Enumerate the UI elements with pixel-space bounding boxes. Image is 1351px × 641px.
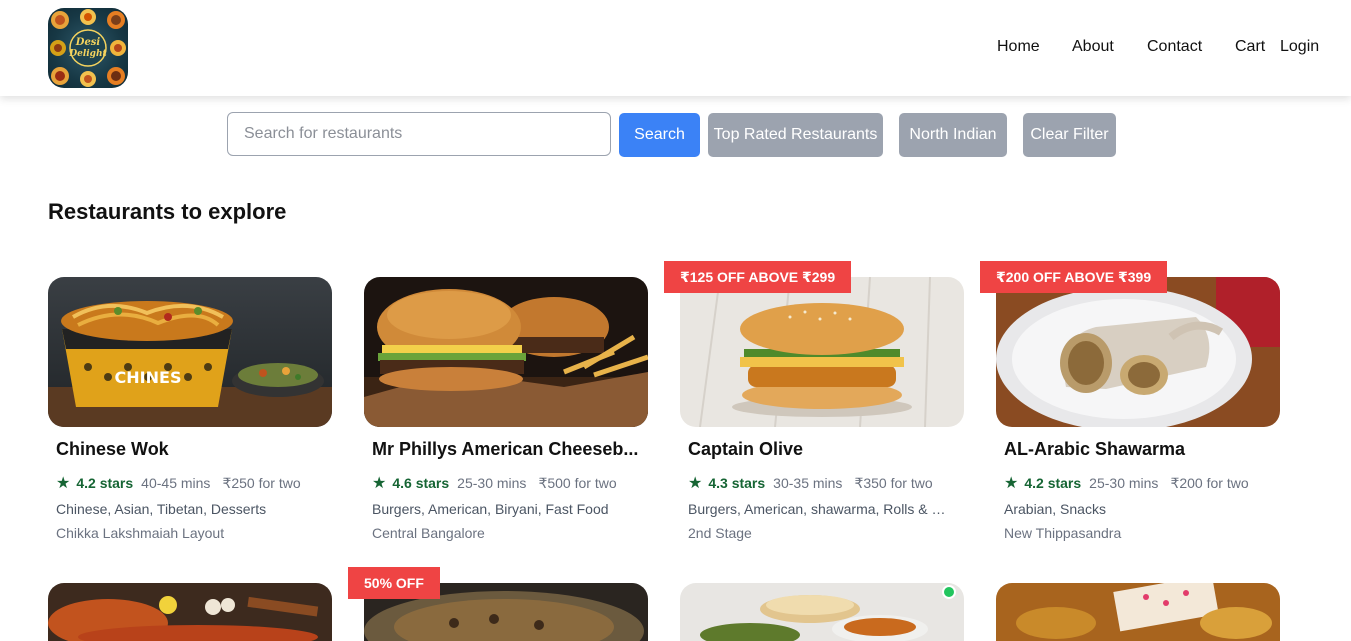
restaurant-name: AL-Arabic Shawarma — [1004, 439, 1186, 459]
clear-filter-button[interactable]: Clear Filter — [1023, 113, 1116, 157]
restaurant-meta: ★ 4.6 stars 25-30 mins ₹500 for two — [372, 473, 617, 493]
restaurant-card[interactable]: Captain Olive ★ 4.3 stars 30-35 mins ₹350 f… — [680, 277, 964, 567]
restaurant-area: Chikka Lakshmaiah Layout — [56, 525, 225, 541]
offer-badge: ₹125 OFF ABOVE ₹299 — [664, 261, 852, 293]
svg-text:CHINES: CHINES — [115, 368, 182, 387]
section-title: Restaurants to explore — [48, 199, 287, 224]
restaurant-meta: ★ 4.2 stars 40-45 mins ₹250 for two — [56, 473, 301, 493]
restaurant-image: CHINES — [48, 277, 332, 427]
offer-badge: ₹200 OFF ABOVE ₹399 — [980, 261, 1168, 293]
top-rated-filter-button[interactable]: Top Rated Restaurants — [708, 113, 883, 157]
rating-text: 4.6 stars — [392, 475, 450, 491]
logo-text-line2: Delight — [68, 49, 107, 59]
rating-text: 4.2 stars — [1024, 475, 1082, 491]
restaurant-cuisines: Burgers, American, Biryani, Fast Food — [372, 501, 609, 517]
nav-login[interactable]: Login — [1280, 38, 1319, 60]
restaurant-card[interactable] — [48, 583, 332, 641]
nav-contact[interactable]: Contact — [1147, 38, 1202, 60]
restaurant-image — [996, 583, 1280, 641]
status-dot — [942, 585, 956, 599]
cost-for-two: ₹250 for two — [222, 475, 301, 491]
offer-badge: 50% OFF — [348, 567, 440, 599]
rating-text: 4.2 stars — [76, 475, 134, 491]
cost-for-two: ₹350 for two — [854, 475, 933, 491]
restaurant-meta: ★ 4.2 stars 25-30 mins ₹200 for two — [1004, 473, 1249, 493]
restaurant-meta: ★ 4.3 stars 30-35 mins ₹350 for two — [688, 473, 933, 493]
nav-cart[interactable]: Cart — [1235, 38, 1265, 60]
restaurant-image — [48, 583, 332, 641]
logo-text-line1: Desi — [75, 37, 101, 48]
cost-for-two: ₹200 for two — [1170, 475, 1249, 491]
restaurant-image — [996, 277, 1280, 427]
restaurant-card[interactable] — [996, 583, 1280, 641]
site-header: Desi Delight Home About Contact Cart Log… — [0, 0, 1351, 96]
restaurant-card[interactable]: CHINES Chinese Wok ★ 4.2 stars 40-45 mins ₹… — [48, 277, 332, 567]
restaurant-image — [680, 583, 964, 641]
restaurant-cuisines: Arabian, Snacks — [1004, 501, 1106, 517]
restaurant-name: Chinese Wok — [56, 439, 169, 459]
north-indian-filter-button[interactable]: North Indian — [899, 113, 1007, 157]
delivery-time: 25-30 mins — [1089, 475, 1159, 491]
star-icon: ★ — [688, 475, 703, 492]
rating-text: 4.3 stars — [708, 475, 766, 491]
nav-about[interactable]: About — [1072, 38, 1114, 60]
restaurant-area: Central Bangalore — [372, 525, 485, 541]
restaurant-name: Captain Olive — [688, 439, 804, 459]
delivery-time: 30-35 mins — [773, 475, 843, 491]
restaurant-cuisines: Chinese, Asian, Tibetan, Desserts — [56, 501, 267, 517]
delivery-time: 40-45 mins — [141, 475, 211, 491]
restaurant-card[interactable]: Mr Phillys American Cheeseb... ★ 4.6 star… — [364, 277, 648, 567]
restaurant-card[interactable]: AL-Arabic Shawarma ★ 4.2 stars 25-30 mins ₹… — [996, 277, 1280, 567]
restaurant-cuisines: Burgers, American, shawarma, Rolls & Wr.… — [688, 501, 958, 517]
search-button[interactable]: Search — [619, 113, 700, 157]
restaurant-image — [680, 277, 964, 427]
brand-logo[interactable]: Desi Delight — [48, 8, 128, 88]
restaurant-image — [364, 277, 648, 427]
star-icon: ★ — [372, 475, 387, 492]
star-icon: ★ — [56, 475, 71, 492]
restaurant-area: New Thippasandra — [1004, 525, 1122, 541]
star-icon: ★ — [1004, 475, 1019, 492]
restaurant-name: Mr Phillys American Cheeseb... — [372, 439, 639, 459]
nav-home[interactable]: Home — [997, 38, 1040, 60]
restaurant-card[interactable] — [680, 583, 964, 641]
delivery-time: 25-30 mins — [457, 475, 527, 491]
search-input[interactable] — [227, 112, 611, 156]
restaurant-area: 2nd Stage — [688, 525, 752, 541]
cost-for-two: ₹500 for two — [538, 475, 617, 491]
